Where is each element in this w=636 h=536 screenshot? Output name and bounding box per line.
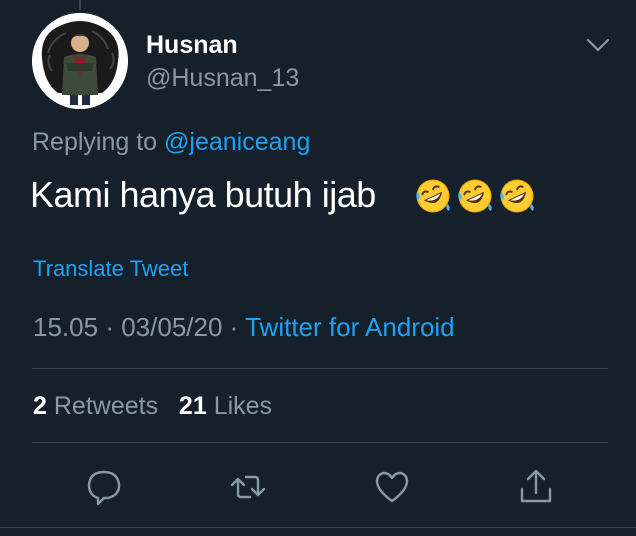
meta-separator: · <box>229 312 239 342</box>
rolling-on-floor-laughing-emoji-icon <box>416 179 450 213</box>
tweet-source[interactable]: Twitter for Android <box>245 312 455 342</box>
tweet-action-bar <box>0 465 636 509</box>
tweet-metadata: 15.05 · 03/05/20 · Twitter for Android <box>33 310 455 344</box>
speech-bubble-icon <box>87 470 121 506</box>
divider <box>32 442 608 443</box>
divider <box>0 527 636 528</box>
reply-button[interactable] <box>82 465 126 509</box>
heart-icon <box>375 471 409 503</box>
replying-to-mention[interactable]: @jeaniceang <box>164 128 310 156</box>
tweet-emojis <box>413 176 537 216</box>
rolling-on-floor-laughing-emoji-icon <box>500 179 534 213</box>
tweet-text: Kami hanya butuh ijab <box>30 174 376 215</box>
likes-stat[interactable]: 21 Likes <box>179 392 272 420</box>
retweets-label: Retweets <box>53 392 159 420</box>
avatar[interactable] <box>32 13 128 109</box>
thread-connector-line <box>79 0 81 10</box>
engagement-stats: 2 Retweets 21 Likes <box>33 390 272 422</box>
likes-count: 21 <box>178 392 207 420</box>
retweets-stat[interactable]: 2 Retweets <box>33 392 158 420</box>
replying-to-prefix: Replying to <box>32 128 158 156</box>
display-name[interactable]: Husnan <box>146 30 238 60</box>
share-icon <box>520 469 552 503</box>
replying-to-line: Replying to @jeaniceang <box>32 126 310 158</box>
retweets-count: 2 <box>33 392 47 420</box>
likes-label: Likes <box>213 392 273 420</box>
rolling-on-floor-laughing-emoji-icon <box>458 179 492 213</box>
like-button[interactable] <box>370 465 414 509</box>
translate-tweet-link[interactable]: Translate Tweet <box>33 255 188 283</box>
divider <box>32 368 608 369</box>
share-button[interactable] <box>514 465 558 509</box>
avatar-illustration <box>32 13 128 109</box>
meta-separator: · <box>105 312 114 342</box>
retweet-icon <box>230 475 266 499</box>
tweet-date[interactable]: 03/05/20 <box>121 312 222 342</box>
tweet-time[interactable]: 15.05 <box>33 312 98 342</box>
retweet-button[interactable] <box>226 465 270 509</box>
user-handle[interactable]: @Husnan_13 <box>146 63 299 93</box>
chevron-down-icon[interactable] <box>584 34 612 56</box>
